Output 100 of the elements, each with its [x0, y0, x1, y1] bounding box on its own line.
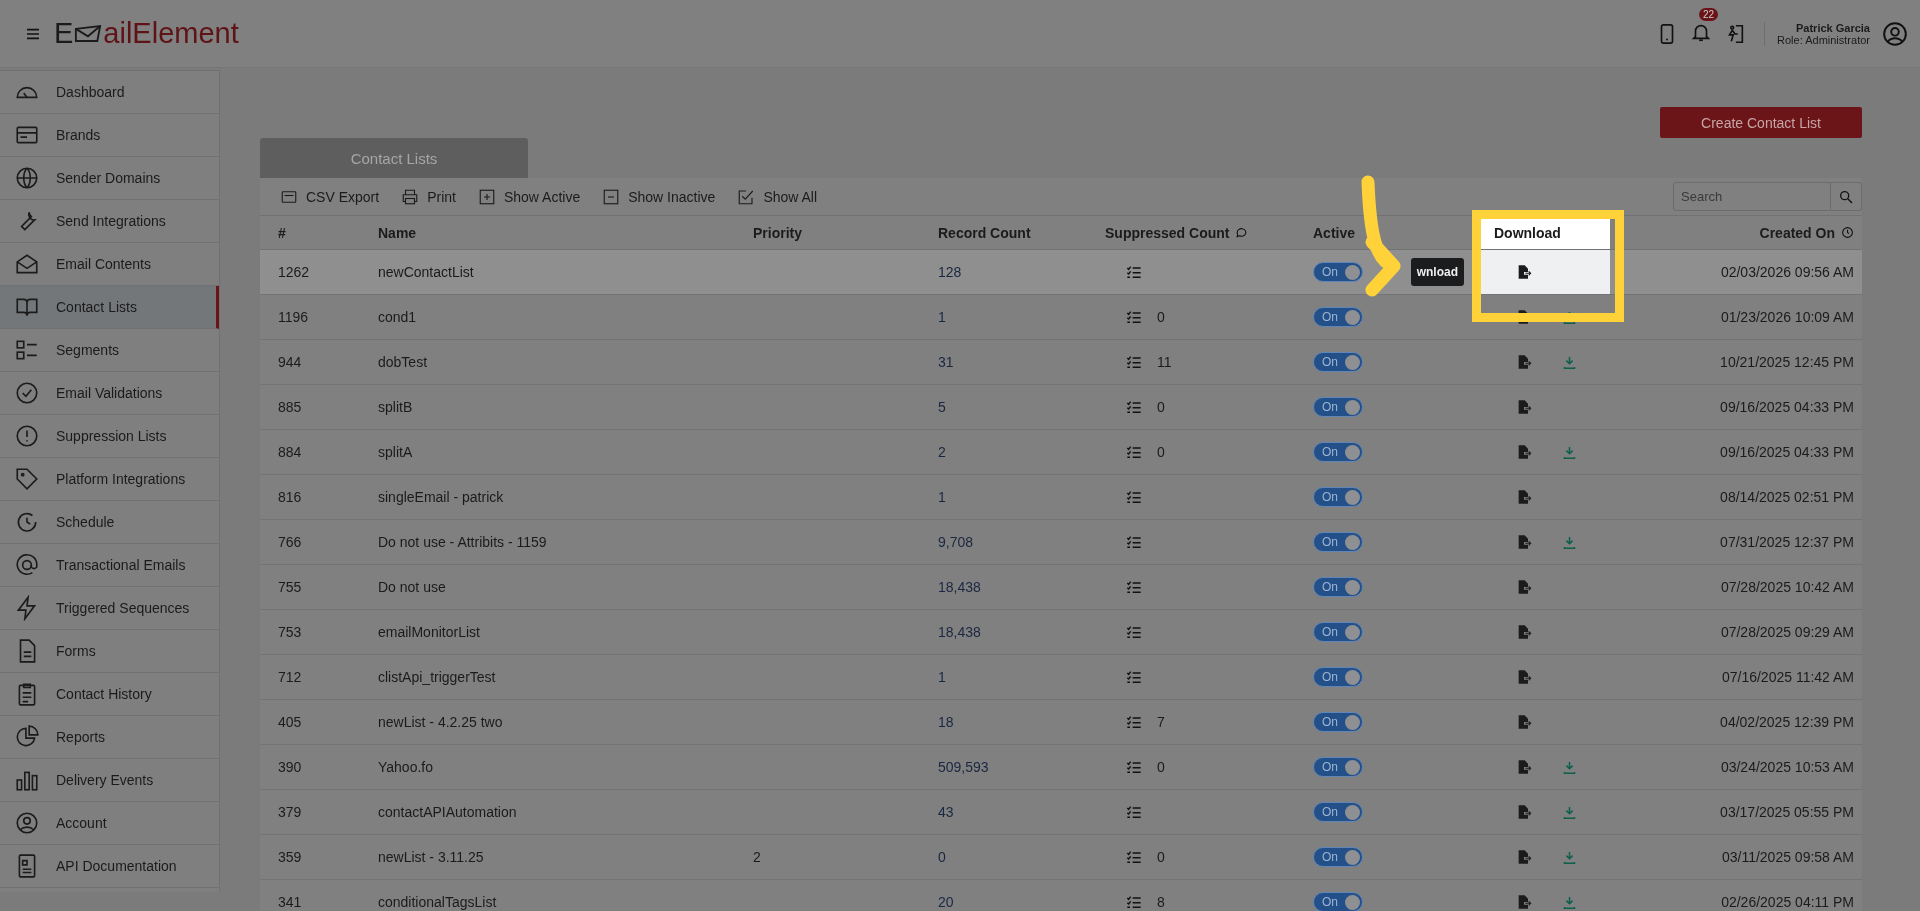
table-row[interactable]: 884 splitA 2 0 On 09/16/2025 04:33 PM: [260, 430, 1862, 475]
table-cell: 7: [1157, 714, 1165, 730]
sidebar-item[interactable]: Account: [0, 802, 219, 845]
sidebar-item[interactable]: Dashboard: [0, 71, 219, 114]
checklist-icon[interactable]: [1125, 399, 1143, 415]
table-cell: 390: [278, 759, 302, 775]
table-cell: 359: [278, 849, 302, 865]
active-toggle[interactable]: On: [1313, 307, 1363, 327]
sidebar-item[interactable]: Transactional Emails: [0, 544, 219, 587]
toolbar-button[interactable]: Show Active: [477, 187, 581, 206]
table-cell: 18,438: [938, 624, 981, 640]
table-cell: 18: [938, 714, 954, 730]
column-header[interactable]: Record Count: [938, 224, 1031, 241]
sidebar-item[interactable]: Contact Lists: [0, 286, 219, 329]
table-row[interactable]: 816 singleEmail - patrick 1 On 08/14/2025 02:51 PM: [260, 475, 1862, 520]
checklist-icon[interactable]: [1125, 894, 1143, 910]
column-header[interactable]: Priority: [753, 224, 802, 241]
menu-icon[interactable]: [26, 27, 40, 40]
active-toggle[interactable]: On: [1313, 532, 1363, 552]
toolbar-button[interactable]: CSV Export: [280, 187, 380, 206]
active-toggle[interactable]: On: [1313, 757, 1363, 777]
sidebar-item[interactable]: Triggered Sequences: [0, 587, 219, 630]
toolbar-button[interactable]: Show Inactive: [602, 187, 716, 206]
table-row[interactable]: 390 Yahoo.fo 509,593 0 On 03/24/2025 10:53 AM: [260, 745, 1862, 790]
table-cell: Do not use - Attribits - 1159: [378, 534, 547, 550]
table-cell: 0: [938, 849, 946, 865]
sidebar-item[interactable]: Segments: [0, 329, 219, 372]
table-cell: 0: [1157, 444, 1165, 460]
active-toggle[interactable]: On: [1313, 442, 1363, 462]
checklist-icon[interactable]: [1125, 804, 1143, 820]
checklist-icon[interactable]: [1125, 624, 1143, 640]
active-toggle[interactable]: On: [1313, 262, 1363, 282]
sidebar-item[interactable]: Suppression Lists: [0, 415, 219, 458]
active-toggle[interactable]: On: [1313, 487, 1363, 507]
column-header[interactable]: Suppressed Count: [1105, 224, 1230, 241]
active-toggle[interactable]: On: [1313, 847, 1363, 867]
table-row[interactable]: 1262 newContactList 128 On wnload 02/03/2026 09:56 AM: [260, 250, 1862, 295]
active-toggle[interactable]: On: [1313, 712, 1363, 732]
table-cell: Yahoo.fo: [378, 759, 433, 775]
checklist-icon[interactable]: [1125, 534, 1143, 550]
sidebar-item[interactable]: Delivery Events: [0, 759, 219, 802]
table-cell: 03/24/2025 10:53 AM: [1720, 759, 1854, 775]
table-row[interactable]: 359 newList - 3.11.25 2 0 0 On 03/11/2025 09:58 AM: [260, 835, 1862, 880]
active-toggle[interactable]: On: [1313, 892, 1363, 911]
table-row[interactable]: 405 newList - 4.2.25 two 18 7 On 04/02/2025 12:39 PM: [260, 700, 1862, 745]
table-cell: splitB: [378, 399, 413, 415]
search-button[interactable]: [1831, 182, 1862, 211]
checklist-icon[interactable]: [1125, 489, 1143, 505]
sidebar-item[interactable]: Send Integrations: [0, 200, 219, 243]
active-toggle[interactable]: On: [1313, 667, 1363, 687]
table-cell: 1196: [278, 309, 309, 325]
table-row[interactable]: 755 Do not use 18,438 On 07/28/2025 10:42 AM: [260, 565, 1862, 610]
logo[interactable]: E ailElement: [54, 17, 239, 50]
checklist-icon[interactable]: [1125, 444, 1143, 460]
column-header[interactable]: Active: [1313, 224, 1356, 241]
sidebar-item[interactable]: Schedule: [0, 501, 219, 544]
active-toggle[interactable]: On: [1313, 622, 1363, 642]
active-toggle[interactable]: On: [1313, 397, 1363, 417]
check-circle-icon: [14, 380, 40, 406]
toolbar-button[interactable]: Print: [401, 187, 456, 206]
table-cell: 02/26/2025 04:11 PM: [1721, 894, 1854, 910]
column-header[interactable]: Created On: [1759, 224, 1835, 241]
sidebar-item[interactable]: Email Validations: [0, 372, 219, 415]
toolbar-button[interactable]: Show All: [737, 187, 818, 206]
table-row[interactable]: 712 clistApi_triggerTest 1 On 07/16/2025 11:42 AM: [260, 655, 1862, 700]
table-cell: 755: [278, 579, 302, 595]
table-row[interactable]: 379 contactAPIAutomation 43 On 03/17/2025 05:55 PM: [260, 790, 1862, 835]
tab[interactable]: Contact Lists: [260, 138, 528, 178]
active-toggle[interactable]: On: [1313, 802, 1363, 822]
checklist-icon[interactable]: [1125, 714, 1143, 730]
create-contact-list-button[interactable]: Create Contact List: [1660, 107, 1862, 138]
checklist-icon[interactable]: [1125, 264, 1143, 280]
checklist-icon[interactable]: [1125, 579, 1143, 595]
user-avatar-icon[interactable]: [1882, 20, 1908, 47]
active-toggle[interactable]: On: [1313, 577, 1363, 597]
checklist-icon[interactable]: [1125, 309, 1143, 325]
active-toggle[interactable]: On: [1313, 352, 1363, 372]
sidebar-item[interactable]: Sender Domains: [0, 157, 219, 200]
download-icon[interactable]: [1562, 309, 1577, 325]
table-cell: conditionalTagsList: [378, 894, 497, 910]
sidebar-item[interactable]: Forms: [0, 630, 219, 673]
checklist-icon[interactable]: [1125, 849, 1143, 865]
table-row[interactable]: 766 Do not use - Attribits - 1159 9,708 On 07/31/2025 12:37 PM: [260, 520, 1862, 565]
sidebar-item[interactable]: Platform Integrations: [0, 458, 219, 501]
search-field[interactable]: Search: [1673, 182, 1831, 211]
checklist-icon[interactable]: [1125, 759, 1143, 775]
sidebar-item[interactable]: Brands: [0, 114, 219, 157]
checklist-icon[interactable]: [1125, 669, 1143, 685]
column-header[interactable]: Name: [378, 224, 417, 241]
file-export-icon[interactable]: [1516, 264, 1532, 280]
column-header[interactable]: #: [278, 224, 286, 241]
checklist-icon[interactable]: [1125, 354, 1143, 370]
sidebar-item[interactable]: Contact History: [0, 673, 219, 716]
sidebar-item[interactable]: API Documentation: [0, 845, 219, 888]
table-cell: 01/23/2026 10:09 AM: [1720, 309, 1854, 325]
sidebar-item[interactable]: Reports: [0, 716, 219, 759]
table-row[interactable]: 753 emailMonitorList 18,438 On 07/28/2025 09:29 AM: [260, 610, 1862, 655]
table-row[interactable]: 944 dobTest 31 11 On 10/21/2025 12:45 PM: [260, 340, 1862, 385]
table-row[interactable]: 885 splitB 5 0 On 09/16/2025 04:33 PM: [260, 385, 1862, 430]
table-row[interactable]: 341 conditionalTagsList 20 8 On 02/26/2025 04:11 PM: [260, 880, 1862, 911]
